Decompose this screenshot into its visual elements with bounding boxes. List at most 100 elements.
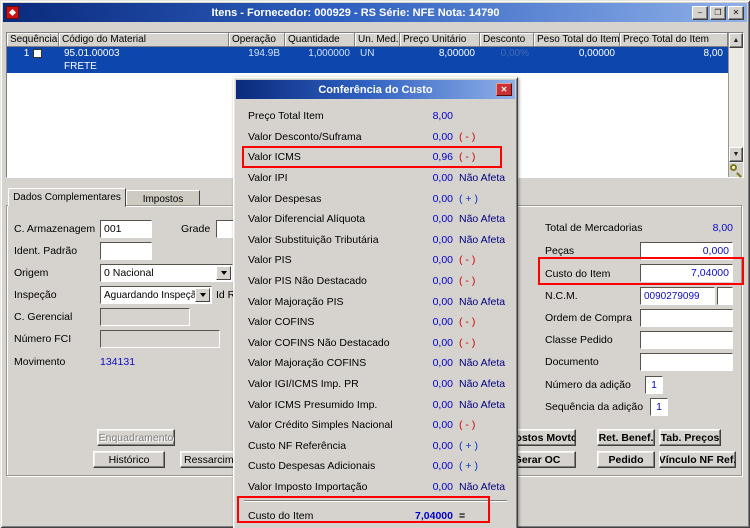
- dialog-row-op: Não Afeta: [459, 233, 506, 246]
- dialog-row-value: 0,00: [432, 419, 453, 432]
- vertical-scrollbar[interactable]: ▲ ▼: [728, 33, 743, 178]
- vinculo-nf-ref-button[interactable]: Vínculo NF Ref.: [659, 451, 736, 468]
- minimize-icon[interactable]: –: [692, 5, 708, 20]
- c-armazenagem-label: C. Armazenagem: [14, 223, 96, 235]
- grade-label: Grade: [181, 223, 211, 235]
- cell-descricao: FRETE: [64, 61, 97, 72]
- dialog-separator: [244, 500, 507, 503]
- dialog-row-value: 0,00: [432, 398, 453, 411]
- custo-item-field[interactable]: 7,04000: [640, 264, 733, 282]
- numero-fci-field[interactable]: [100, 330, 220, 348]
- dialog-title-bar: Conferência do Custo ✕: [236, 80, 515, 99]
- column-header-preco-unitario[interactable]: Preço Unitário: [400, 33, 480, 47]
- inspecao-value: Aguardando Inspeção: [104, 289, 202, 301]
- documento-field[interactable]: [640, 353, 733, 371]
- ordem-compra-label: Ordem de Compra: [545, 312, 632, 324]
- grid-header: Sequência Código do Material Operação Qu…: [7, 33, 743, 47]
- dialog-row-label: Valor ICMS: [248, 151, 301, 164]
- dialog-row-value: 0,00: [432, 172, 453, 185]
- dialog-row-value: 0,00: [432, 439, 453, 452]
- ret-benef-button[interactable]: Ret. Benef.: [597, 429, 655, 446]
- cell-codigo: 95.01.00003: [64, 48, 120, 59]
- dialog-row-op: Não Afeta: [459, 398, 506, 411]
- sequencia-value: 1: [23, 48, 30, 59]
- ordem-compra-field[interactable]: [640, 309, 733, 327]
- origem-select[interactable]: 0 Nacional: [100, 264, 233, 282]
- dialog-row-value: 0,96: [432, 151, 453, 164]
- dialog-row: Valor Majoração PIS 0,00 Não Afeta: [236, 291, 515, 312]
- dialog-close-icon[interactable]: ✕: [496, 83, 512, 96]
- dialog-row-value: 0,00: [432, 130, 453, 143]
- historico-button[interactable]: Histórico: [93, 451, 165, 468]
- tab-dados-complementares[interactable]: Dados Complementares: [8, 188, 126, 207]
- inspecao-select[interactable]: Aguardando Inspeção: [100, 286, 212, 304]
- column-header-codigo[interactable]: Código do Material: [59, 33, 229, 47]
- dialog-row-value: 0,00: [432, 254, 453, 267]
- window-title: Itens - Fornecedor: 000929 - RS Série: N…: [211, 6, 500, 19]
- dialog-row-label: Valor Despesas: [248, 192, 322, 205]
- inspecao-dropdown-icon[interactable]: [195, 288, 210, 302]
- dialog-row: Valor Desconto/Suframa 0,00 ( - ): [236, 127, 515, 148]
- dialog-row-label: Valor Majoração PIS: [248, 295, 344, 308]
- dialog-total-row: Custo do Item 7,04000 =: [236, 505, 515, 527]
- dialog-row-label: Valor ICMS Presumido Imp.: [248, 398, 378, 411]
- tab-precos-button[interactable]: Tab. Preços: [659, 429, 721, 446]
- dialog-row-label: Valor Diferencial Alíquota: [248, 213, 366, 226]
- dialog-total-value: 7,04000: [415, 510, 453, 523]
- lookup-handle: [736, 172, 742, 178]
- numero-adicao-label: Número da adição: [545, 379, 631, 391]
- dialog-row-label: Valor PIS Não Destacado: [248, 275, 367, 288]
- column-header-operacao[interactable]: Operação: [229, 33, 285, 47]
- dialog-row-value: 0,00: [432, 357, 453, 370]
- dialog-row: Valor Substituição Tributária 0,00 Não A…: [236, 230, 515, 251]
- table-row[interactable]: 1 95.01.00003 194.9B 1,000000 UN 8,00000…: [7, 47, 728, 73]
- dialog-total-label: Custo do Item: [248, 510, 314, 523]
- dialog-row-label: Custo NF Referência: [248, 439, 347, 452]
- column-header-quantidade[interactable]: Quantidade: [285, 33, 355, 47]
- scroll-up-icon[interactable]: ▲: [729, 33, 743, 48]
- cell-peso-total: 0,00000: [578, 48, 615, 59]
- dialog-row: Valor PIS 0,00 ( - ): [236, 250, 515, 271]
- dialog-row: Valor Majoração COFINS 0,00 Não Afeta: [236, 353, 515, 374]
- column-header-desconto[interactable]: Desconto: [480, 33, 534, 47]
- dialog-row: Valor Imposto Importação 0,00 Não Afeta: [236, 477, 515, 498]
- numero-adicao-field[interactable]: 1: [645, 376, 663, 394]
- pecas-label: Peças: [545, 245, 575, 257]
- sequencia-adicao-field[interactable]: 1: [650, 398, 668, 416]
- classe-pedido-field[interactable]: [640, 331, 733, 349]
- dialog-row-value: 0,00: [432, 480, 453, 493]
- movimento-value: 134131: [100, 356, 136, 368]
- dialog-row-label: Preço Total Item: [248, 110, 324, 123]
- ident-padrao-field[interactable]: [100, 242, 152, 260]
- row-checkbox[interactable]: [33, 49, 43, 58]
- dialog-row-label: Valor IGI/ICMS Imp. PR: [248, 378, 359, 391]
- dialog-row-label: Valor PIS: [248, 254, 292, 267]
- dialog-row: Valor Despesas 0,00 ( + ): [236, 188, 515, 209]
- column-header-peso-total[interactable]: Peso Total do Item: [534, 33, 620, 47]
- origem-dropdown-icon[interactable]: [216, 266, 231, 280]
- scroll-down-icon[interactable]: ▼: [729, 147, 743, 162]
- dialog-title: Conferência do Custo: [318, 83, 433, 96]
- c-armazenagem-field[interactable]: 001: [100, 220, 152, 238]
- c-gerencial-field[interactable]: [100, 308, 190, 326]
- dialog-row-value: 0,00: [432, 336, 453, 349]
- ncm-field[interactable]: 0090279099: [640, 287, 715, 305]
- dialog-body: Preço Total Item 8,00 Valor Desconto/Suf…: [236, 106, 515, 527]
- column-header-un-med[interactable]: Un. Med.: [355, 33, 400, 47]
- cell-preco-total: 8,00: [703, 48, 723, 59]
- ncm-label: N.C.M.: [545, 290, 578, 302]
- column-header-preco-total[interactable]: Preço Total do Item: [620, 33, 728, 47]
- enquadramento-button: Enquadramento: [97, 429, 175, 446]
- dialog-row-op: ( - ): [459, 151, 476, 164]
- pecas-field[interactable]: 0,000: [640, 242, 733, 260]
- pedido-button[interactable]: Pedido: [597, 451, 655, 468]
- dialog-row-label: Valor Crédito Simples Nacional: [248, 419, 393, 432]
- column-header-sequencia[interactable]: Sequência: [7, 33, 59, 47]
- dialog-row-op: Não Afeta: [459, 172, 506, 185]
- dialog-row: Valor COFINS 0,00 ( - ): [236, 312, 515, 333]
- ncm-extra-field[interactable]: [717, 287, 733, 305]
- maximize-icon[interactable]: ❐: [710, 5, 726, 20]
- close-icon[interactable]: ✕: [728, 5, 744, 20]
- lookup-icon[interactable]: [729, 163, 743, 178]
- dialog-row: Valor ICMS Presumido Imp. 0,00 Não Afeta: [236, 394, 515, 415]
